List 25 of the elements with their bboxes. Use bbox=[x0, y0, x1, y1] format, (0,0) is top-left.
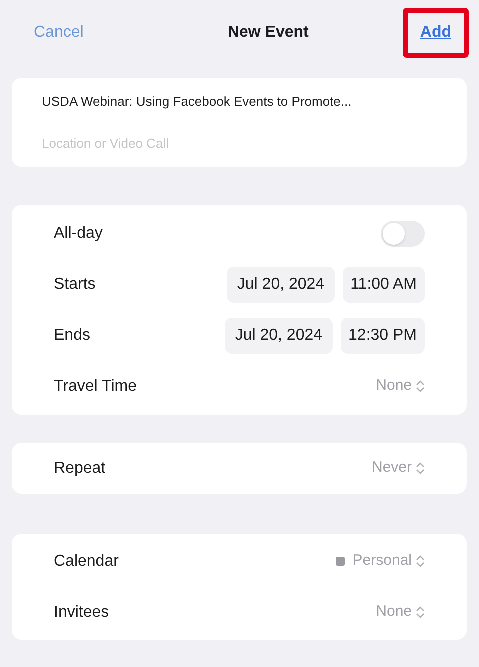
row-label: Invitees bbox=[54, 602, 110, 622]
date-button[interactable]: Jul 20, 2024 bbox=[225, 318, 333, 354]
event-title-field[interactable]: USDA Webinar: Using Facebook Events to Promote... bbox=[42, 92, 437, 112]
row-label: Repeat bbox=[54, 458, 106, 478]
time-button[interactable]: 11:00 AM bbox=[342, 266, 425, 302]
row-label: Ends bbox=[54, 326, 90, 346]
time-button[interactable]: 12:30 PM bbox=[340, 318, 425, 354]
row-label: All-day bbox=[54, 224, 103, 244]
value-picker[interactable]: None bbox=[376, 375, 425, 398]
up-down-chevron-icon bbox=[416, 462, 425, 475]
up-down-chevron-icon bbox=[416, 606, 425, 619]
location-field[interactable]: Location or Video Call bbox=[42, 134, 437, 153]
up-down-chevron-icon bbox=[416, 380, 425, 393]
value-picker[interactable]: Personal bbox=[336, 550, 425, 573]
cancel-button[interactable]: Cancel bbox=[34, 21, 84, 45]
up-down-chevron-icon bbox=[416, 555, 425, 568]
row-label: Travel Time bbox=[54, 376, 137, 396]
value-picker[interactable]: Never bbox=[372, 457, 425, 480]
row-label: Starts bbox=[54, 274, 96, 294]
add-button[interactable]: Add bbox=[402, 8, 469, 58]
date-button[interactable]: Jul 20, 2024 bbox=[227, 266, 335, 302]
row-label: Calendar bbox=[54, 552, 119, 572]
value-picker[interactable]: None bbox=[376, 601, 425, 624]
navigation-title: New Event bbox=[228, 23, 309, 43]
all-day-toggle[interactable] bbox=[381, 220, 425, 246]
